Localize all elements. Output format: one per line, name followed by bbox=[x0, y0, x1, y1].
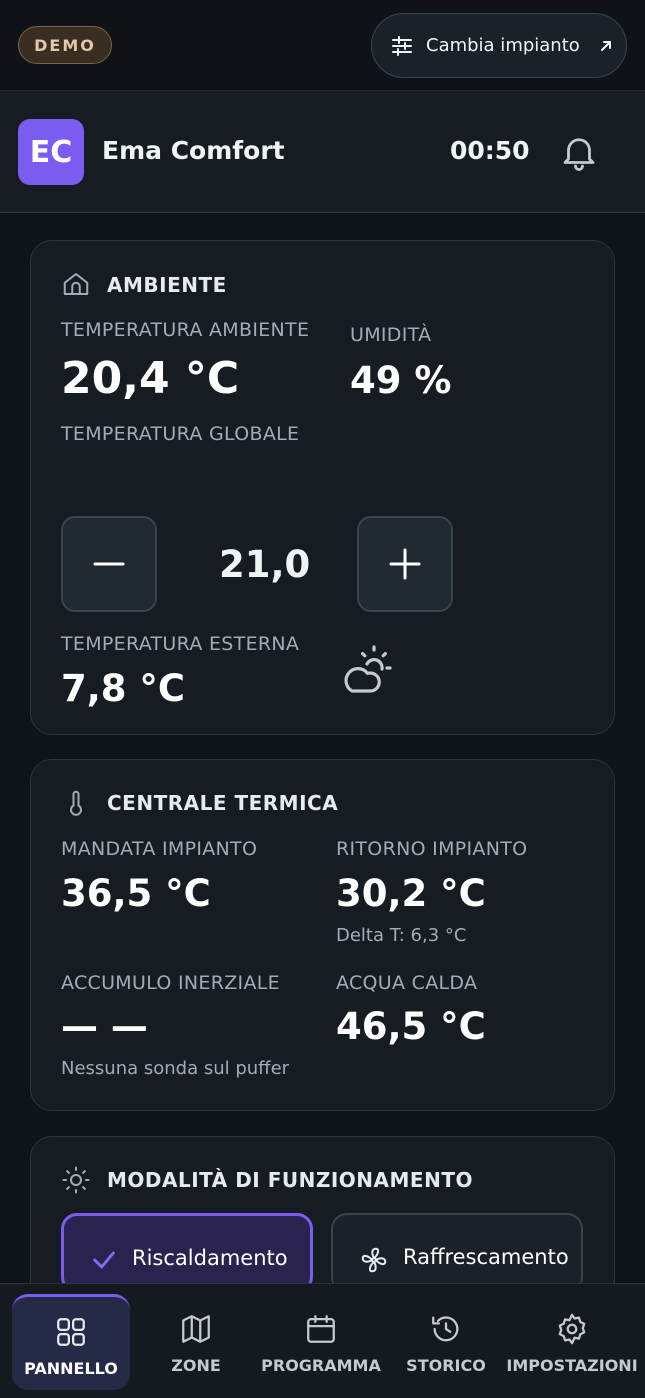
room-temp-value: 20,4 °C bbox=[61, 353, 240, 404]
gear-icon bbox=[558, 1313, 586, 1345]
grid-icon bbox=[57, 1318, 85, 1346]
sun-icon bbox=[62, 1166, 90, 1194]
increase-button[interactable] bbox=[357, 516, 453, 612]
nav-item-impostazioni[interactable]: IMPOSTAZIONI bbox=[506, 1294, 638, 1390]
operating-mode-title: MODALITÀ DI FUNZIONAMENTO bbox=[107, 1168, 473, 1192]
nav-label-programma: PROGRAMMA bbox=[261, 1356, 381, 1375]
demo-badge: DEMO bbox=[18, 26, 112, 64]
check-icon bbox=[93, 1251, 115, 1269]
heating-plant-card: CENTRALE TERMICA MANDATA IMPIANTO 36,5 °… bbox=[30, 759, 615, 1111]
room-temp-label: TEMPERATURA AMBIENTE bbox=[61, 319, 310, 341]
humidity-label: UMIDITÀ bbox=[350, 324, 432, 346]
cooling-mode-button[interactable]: Raffrescamento bbox=[331, 1213, 583, 1293]
heating-plant-title: CENTRALE TERMICA bbox=[107, 791, 339, 815]
cooling-mode-label: Raffrescamento bbox=[403, 1245, 569, 1269]
nav-item-zone[interactable]: ZONE bbox=[150, 1294, 242, 1390]
outdoor-temp-label: TEMPERATURA ESTERNA bbox=[61, 633, 300, 655]
plus-icon bbox=[389, 548, 421, 580]
delta-t: Delta T: 6,3 °C bbox=[336, 925, 467, 946]
minus-icon bbox=[93, 562, 125, 566]
ambient-card: AMBIENTE TEMPERATURA AMBIENTE 20,4 °C UM… bbox=[30, 240, 615, 735]
decrease-button[interactable] bbox=[61, 516, 157, 612]
partly-cloudy-icon bbox=[344, 645, 392, 693]
return-label: RITORNO IMPIANTO bbox=[336, 838, 528, 860]
humidity-value: 49 % bbox=[350, 359, 452, 402]
nav-label-storico: STORICO bbox=[406, 1356, 486, 1375]
global-temp-label: TEMPERATURA GLOBALE bbox=[61, 423, 300, 445]
arrow-up-right-icon bbox=[600, 40, 611, 51]
buffer-value: — — bbox=[61, 1005, 148, 1048]
setpoint-value: 21,0 bbox=[219, 543, 311, 586]
dhw-value: 46,5 °C bbox=[336, 1005, 486, 1048]
outdoor-temp-value: 7,8 °C bbox=[61, 667, 186, 710]
sliders-icon bbox=[392, 35, 412, 56]
clock: 00:50 bbox=[450, 136, 530, 165]
top-bar: DEMO Cambia impianto bbox=[0, 0, 645, 90]
buffer-label: ACCUMULO INERZIALE bbox=[61, 972, 280, 994]
buffer-note: Nessuna sonda sul puffer bbox=[61, 1058, 290, 1079]
history-icon bbox=[432, 1316, 459, 1342]
nav-item-pannello[interactable]: PANNELLO bbox=[12, 1294, 130, 1390]
heating-mode-button[interactable]: Riscaldamento bbox=[61, 1213, 313, 1293]
nav-item-programma[interactable]: PROGRAMMA bbox=[258, 1294, 384, 1390]
return-value: 30,2 °C bbox=[336, 872, 486, 915]
avatar[interactable]: EC bbox=[18, 119, 84, 185]
heating-mode-label: Riscaldamento bbox=[132, 1246, 288, 1270]
home-icon bbox=[63, 273, 89, 295]
change-plant-label: Cambia impianto bbox=[426, 35, 580, 56]
app-name: Ema Comfort bbox=[102, 136, 285, 165]
dhw-label: ACQUA CALDA bbox=[336, 972, 478, 994]
supply-label: MANDATA IMPIANTO bbox=[61, 838, 258, 860]
thermometer-icon bbox=[70, 790, 82, 816]
bottom-nav: PANNELLO ZONE PROGRAMMA STORICO IMPOSTAZ… bbox=[0, 1283, 645, 1398]
nav-label-zone: ZONE bbox=[171, 1356, 221, 1375]
supply-value: 36,5 °C bbox=[61, 872, 211, 915]
nav-label-pannello: PANNELLO bbox=[24, 1359, 118, 1378]
fan-icon bbox=[361, 1247, 387, 1273]
calendar-icon bbox=[307, 1315, 335, 1343]
bell-icon[interactable] bbox=[558, 131, 600, 173]
nav-item-storico[interactable]: STORICO bbox=[400, 1294, 492, 1390]
change-plant-button[interactable]: Cambia impianto bbox=[371, 13, 627, 78]
nav-label-impostazioni: IMPOSTAZIONI bbox=[506, 1356, 638, 1375]
map-icon bbox=[182, 1315, 210, 1343]
ambient-title: AMBIENTE bbox=[107, 273, 227, 297]
app-header: EC Ema Comfort 00:50 bbox=[0, 90, 645, 213]
